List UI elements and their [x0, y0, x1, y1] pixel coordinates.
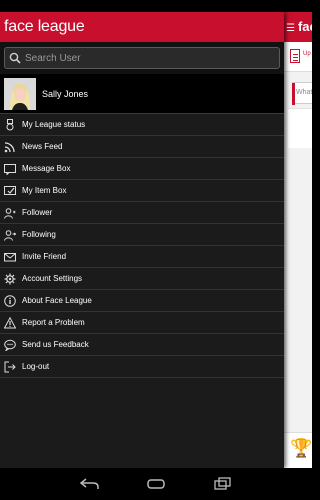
avatar — [4, 77, 36, 110]
home-icon[interactable] — [146, 476, 166, 492]
back-icon[interactable] — [80, 476, 100, 492]
menu-item-label: Follower — [22, 208, 53, 217]
system-navigation-bar — [0, 468, 312, 500]
main-header: ☰face league — [284, 12, 312, 42]
menu-item-following[interactable]: Following — [0, 224, 284, 246]
envelope-icon — [4, 251, 16, 263]
menu-item-league-status[interactable]: My League status — [0, 114, 284, 136]
recent-apps-icon[interactable] — [212, 476, 232, 492]
menu-item-label: News Feed — [22, 142, 63, 151]
logout-icon — [4, 361, 16, 373]
menu-item-label: Following — [22, 230, 56, 239]
profile-row[interactable]: Sally Jones — [0, 74, 284, 114]
menu-item-label: My League status — [22, 120, 86, 129]
rss-icon — [4, 141, 16, 153]
main-toolbar: Up — [284, 42, 312, 72]
warning-icon — [4, 316, 16, 329]
search-input[interactable] — [25, 52, 265, 64]
menu-item-label: About Face League — [22, 296, 92, 305]
menu-item-logout[interactable]: Log-out — [0, 356, 284, 378]
menu-item-item-box[interactable]: My Item Box — [0, 180, 284, 202]
main-screen-peek[interactable]: ☰face league Up What 🏆 — [284, 12, 312, 468]
status-bar — [0, 0, 312, 12]
menu-item-about[interactable]: About Face League — [0, 290, 284, 312]
drawer-menu: My League status News Feed Message Box M… — [0, 114, 284, 378]
menu-item-invite-friend[interactable]: Invite Friend — [0, 246, 284, 268]
search-box[interactable] — [4, 47, 280, 69]
info-icon — [4, 294, 16, 307]
menu-item-send-feedback[interactable]: Send us Feedback — [0, 334, 284, 356]
message-icon — [4, 163, 16, 175]
trophy-icon[interactable]: 🏆 — [290, 439, 312, 457]
following-icon — [4, 229, 16, 241]
feedback-icon — [4, 339, 16, 351]
menu-item-report-problem[interactable]: Report a Problem — [0, 312, 284, 334]
item-box-icon — [4, 185, 16, 197]
follower-icon — [4, 207, 16, 219]
menu-item-label: Log-out — [22, 362, 50, 371]
medal-icon — [4, 118, 16, 131]
menu-item-follower[interactable]: Follower — [0, 202, 284, 224]
menu-item-news-feed[interactable]: News Feed — [0, 136, 284, 158]
menu-item-label: Report a Problem — [22, 318, 85, 327]
search-bar — [0, 42, 284, 74]
app-title: face league — [0, 12, 284, 42]
main-header-title: face league — [297, 19, 312, 34]
post-input[interactable]: What — [292, 82, 312, 105]
menu-item-account-settings[interactable]: Account Settings — [0, 268, 284, 290]
navigation-drawer: face league Sally Jones My League s — [0, 12, 284, 468]
document-icon[interactable] — [290, 49, 300, 63]
feed-card — [288, 108, 312, 148]
menu-item-label: Invite Friend — [22, 252, 67, 261]
bottom-tab-bar: 🏆 — [284, 432, 312, 468]
menu-item-label: Message Box — [22, 164, 71, 173]
search-icon — [5, 48, 25, 68]
gear-icon — [4, 273, 16, 285]
menu-item-label: Send us Feedback — [22, 340, 89, 349]
menu-item-message-box[interactable]: Message Box — [0, 158, 284, 180]
toolbar-label: Up — [303, 51, 311, 57]
menu-icon[interactable]: ☰ — [286, 23, 295, 34]
menu-item-label: My Item Box — [22, 186, 67, 195]
menu-item-label: Account Settings — [22, 274, 83, 283]
profile-name: Sally Jones — [42, 88, 89, 99]
